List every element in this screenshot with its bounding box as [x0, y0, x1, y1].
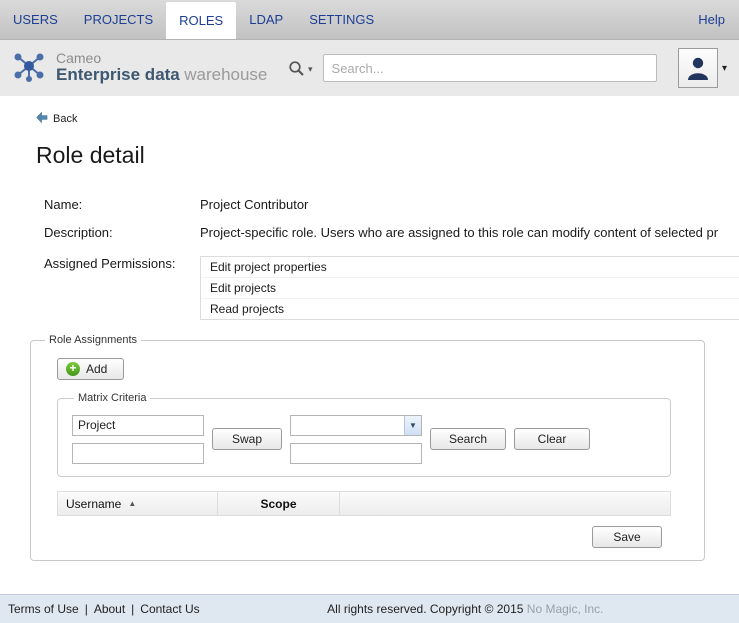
footer: Terms of Use | About | Contact Us All ri… — [0, 594, 739, 623]
name-value: Project Contributor — [200, 197, 739, 212]
criteria-left-bottom-input[interactable] — [72, 443, 204, 464]
permission-item[interactable]: Edit projects — [201, 278, 739, 299]
search-icon[interactable] — [288, 60, 305, 77]
contact-us-link[interactable]: Contact Us — [140, 602, 199, 616]
nav-item-settings[interactable]: SETTINGS — [296, 0, 387, 39]
footer-separator: | — [85, 602, 88, 616]
permission-item[interactable]: Edit project properties — [201, 257, 739, 278]
app-header: Cameo Enterprise data warehouse ▾ — [0, 40, 739, 96]
permission-item[interactable]: Read projects — [201, 299, 739, 319]
clear-button[interactable]: Clear — [514, 428, 590, 450]
swap-button[interactable]: Swap — [212, 428, 282, 450]
footer-separator: | — [131, 602, 134, 616]
help-link[interactable]: Help — [684, 0, 739, 39]
main-content: Back Role detail Name: Project Contribut… — [0, 96, 739, 594]
criteria-grid: Swap ▼ Search Clear — [72, 414, 656, 464]
add-button-label: Add — [86, 362, 107, 376]
nav-item-users[interactable]: USERS — [0, 0, 71, 39]
matrix-criteria-legend: Matrix Criteria — [74, 392, 150, 404]
plus-icon: + — [66, 362, 80, 376]
search-area: ▾ — [288, 54, 657, 82]
brand-text: Cameo Enterprise data warehouse — [56, 51, 267, 85]
copyright-notice: All rights reserved. Copyright © 2015 — [327, 602, 523, 616]
criteria-select[interactable]: ▼ — [290, 415, 422, 436]
brand: Cameo Enterprise data warehouse — [10, 47, 288, 90]
about-link[interactable]: About — [94, 602, 125, 616]
back-row: Back — [0, 96, 739, 126]
assignments-table-header: Username ▲ Scope — [57, 491, 671, 516]
avatar[interactable] — [678, 48, 718, 88]
nav-item-projects[interactable]: PROJECTS — [71, 0, 166, 39]
name-label: Name: — [44, 197, 200, 212]
cameo-logo-icon — [10, 47, 48, 90]
column-header-username[interactable]: Username ▲ — [58, 492, 218, 515]
permissions-label: Assigned Permissions: — [44, 256, 200, 271]
search-input[interactable] — [323, 54, 657, 82]
search-button[interactable]: Search — [430, 428, 506, 450]
back-link[interactable]: Back — [53, 113, 77, 125]
description-label: Description: — [44, 225, 200, 240]
back-arrow-icon — [36, 112, 48, 126]
permissions-list: Edit project properties Edit projects Re… — [200, 256, 739, 320]
nav-item-roles[interactable]: ROLES — [166, 2, 236, 39]
save-button[interactable]: Save — [592, 526, 662, 548]
search-options-caret-icon[interactable]: ▾ — [308, 64, 313, 75]
brand-product-light: warehouse — [184, 65, 267, 84]
user-menu-caret-icon[interactable]: ▾ — [722, 63, 727, 74]
description-value: Project-specific role. Users who are ass… — [200, 225, 739, 240]
top-nav: USERS PROJECTS ROLES LDAP SETTINGS Help — [0, 0, 739, 40]
criteria-right-bottom-input[interactable] — [290, 443, 422, 464]
page-title: Role detail — [36, 142, 739, 169]
brand-name: Cameo — [56, 51, 267, 66]
sort-asc-icon: ▲ — [128, 499, 136, 508]
column-header-scope[interactable]: Scope — [218, 492, 340, 515]
description-row: Description: Project-specific role. User… — [44, 225, 739, 240]
copyright-text: All rights reserved. Copyright © 2015 No… — [200, 602, 731, 616]
brand-product-bold: Enterprise data — [56, 65, 180, 84]
nav-item-ldap[interactable]: LDAP — [236, 0, 296, 39]
app-root: USERS PROJECTS ROLES LDAP SETTINGS Help — [0, 0, 739, 623]
username-column-label: Username — [66, 497, 121, 511]
column-header-empty — [340, 492, 670, 515]
user-menu: ▾ — [678, 48, 729, 88]
add-button[interactable]: + Add — [57, 358, 124, 380]
footer-links: Terms of Use | About | Contact Us — [8, 602, 200, 616]
role-assignments-group: Role Assignments + Add Matrix Criteria S… — [30, 334, 705, 561]
criteria-left-top-input[interactable] — [72, 415, 204, 436]
name-row: Name: Project Contributor — [44, 197, 739, 212]
role-assignments-legend: Role Assignments — [45, 334, 141, 346]
save-row: Save — [31, 526, 662, 548]
permissions-row: Assigned Permissions: Edit project prope… — [44, 256, 739, 320]
terms-of-use-link[interactable]: Terms of Use — [8, 602, 79, 616]
combo-caret-icon[interactable]: ▼ — [404, 416, 421, 435]
matrix-criteria-group: Matrix Criteria Swap ▼ Search Clear — [57, 392, 671, 477]
company-name: No Magic, Inc. — [527, 602, 604, 616]
